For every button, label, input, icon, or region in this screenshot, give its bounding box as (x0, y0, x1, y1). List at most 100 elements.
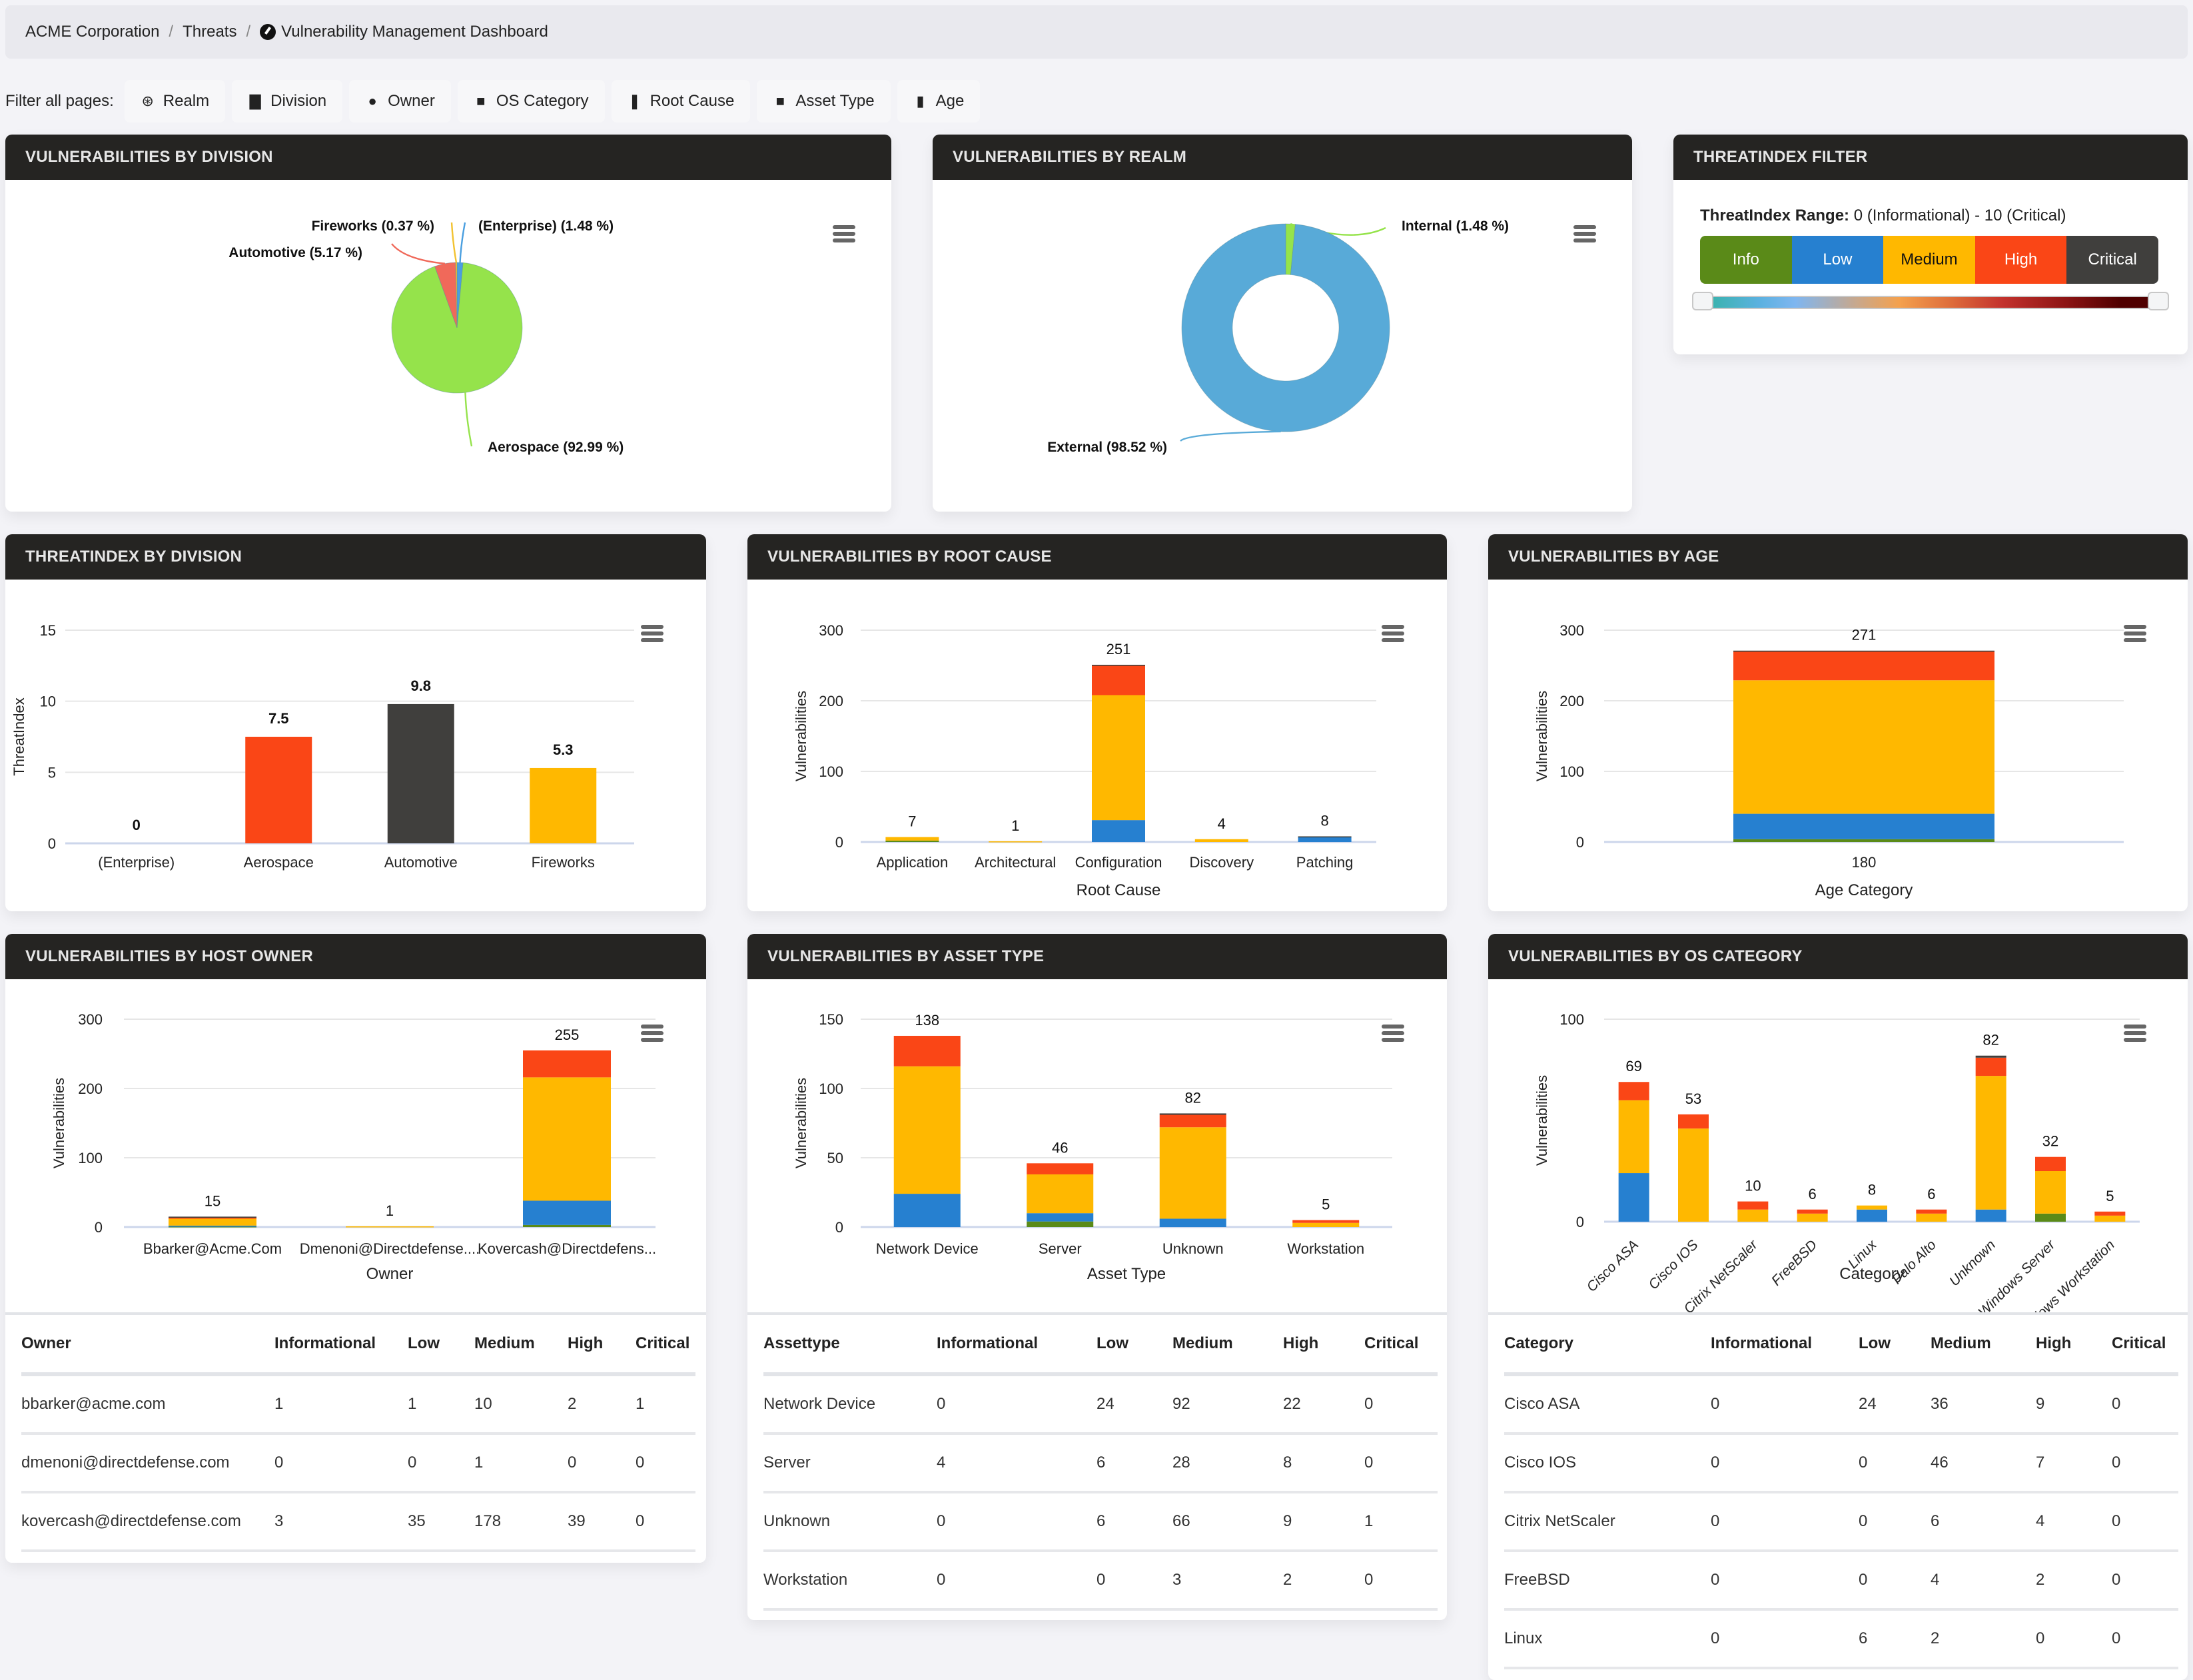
count-cell: 22 (1283, 1374, 1364, 1435)
slider-track[interactable] (1704, 296, 2157, 309)
slider-handle-max[interactable] (2148, 292, 2169, 310)
column-header[interactable]: Medium (474, 1315, 568, 1376)
x-tick-label: Dmenoni@Directdefense.... (300, 1240, 480, 1257)
slider-handle-min[interactable] (1692, 292, 1713, 310)
threatindex-range-slider[interactable] (1692, 292, 2169, 310)
card-realm-donut: VULNERABILITIES BY REALM Internal (1.48 … (933, 135, 1632, 512)
data-label: 251 (1106, 641, 1131, 657)
column-header[interactable]: Medium (1172, 1315, 1283, 1376)
column-header[interactable]: Low (408, 1315, 474, 1376)
table-header-row: Assettype Informational Low Medium High Criti… (763, 1315, 1438, 1376)
table-row[interactable]: Server 4 6 28 8 0 (763, 1434, 1438, 1493)
card-asset-type: VULNERABILITIES BY ASSET TYPE 0 50 100 150 V… (747, 934, 1447, 1620)
filter-chip-label: Owner (388, 92, 435, 110)
filter-division[interactable]: ▇ Division (232, 80, 343, 123)
severity-button-critical[interactable]: Critical (2066, 236, 2158, 284)
table-row[interactable]: Network Device 0 24 92 22 0 (763, 1374, 1438, 1435)
count-cell: 0 (1711, 1492, 1859, 1552)
data-label: 0 (133, 817, 141, 833)
column-header[interactable]: Critical (636, 1315, 695, 1376)
severity-button-medium[interactable]: Medium (1883, 236, 1975, 284)
pie-slice-external (1181, 223, 1390, 432)
bar-segment-low (1857, 1209, 1887, 1222)
count-cell: 0 (1711, 1609, 1859, 1669)
filter-owner[interactable]: ● Owner (349, 80, 451, 123)
y-tick-label: 0 (48, 835, 56, 852)
table-row[interactable]: bbarker@acme.com 1 1 10 2 1 (21, 1374, 695, 1435)
severity-button-low[interactable]: Low (1791, 236, 1884, 284)
filter-os-category[interactable]: ■ OS Category (457, 80, 605, 123)
x-tick-label: Kovercash@Directdefens... (478, 1240, 656, 1257)
bar-segment-low (1618, 1173, 1649, 1222)
x-tick-label: Unknown (1162, 1240, 1224, 1257)
filter-root-cause[interactable]: ❚ Root Cause (611, 80, 751, 123)
count-cell: 3 (274, 1492, 408, 1552)
breadcrumb-item-threats[interactable]: Threats (183, 23, 236, 41)
column-header[interactable]: High (2036, 1315, 2112, 1376)
row-label-cell: kovercash@directdefense.com (21, 1492, 274, 1552)
y-tick-label: 200 (1559, 693, 1584, 709)
table-row[interactable]: Cisco ASA 0 24 36 9 0 (1504, 1374, 2178, 1435)
row-label-cell: Server (763, 1434, 937, 1493)
bar-segment-low (1975, 1209, 2006, 1222)
count-cell: 24 (1096, 1374, 1172, 1435)
table-row[interactable]: Workstation 0 0 3 2 0 (763, 1551, 1438, 1611)
column-header[interactable]: Low (1096, 1315, 1172, 1376)
column-header[interactable]: Owner (21, 1315, 274, 1376)
table-row[interactable]: Unknown 0 6 66 9 1 (763, 1492, 1438, 1552)
row-label-cell: Linux (1504, 1609, 1711, 1669)
y-axis-title: Vulnerabilities (793, 691, 809, 781)
row-label-cell: FreeBSD (1504, 1551, 1711, 1611)
count-cell: 0 (1364, 1374, 1438, 1435)
bar-segment-high (523, 1050, 611, 1078)
table-row[interactable]: Linux 0 6 2 0 0 (1504, 1609, 2178, 1669)
row-label-cell: Cisco ASA (1504, 1374, 1711, 1435)
y-axis-title: ThreatIndex (11, 697, 27, 775)
card-title: THREATINDEX FILTER (1673, 135, 2188, 180)
column-header[interactable]: Critical (1364, 1315, 1438, 1376)
filter-asset-type[interactable]: ■ Asset Type (757, 80, 891, 123)
table-row[interactable]: Cisco IOS 0 0 46 7 0 (1504, 1434, 2178, 1493)
column-header[interactable]: Informational (274, 1315, 408, 1376)
column-header[interactable]: Critical (2112, 1315, 2178, 1376)
table-row[interactable]: dmenoni@directdefense.com 0 0 1 0 0 (21, 1434, 695, 1493)
bar-segment-critical (1733, 650, 1994, 652)
breadcrumb-item-acme[interactable]: ACME Corporation (25, 23, 159, 41)
column-header[interactable]: Medium (1931, 1315, 2036, 1376)
table-row[interactable]: Citrix NetScaler 0 0 6 4 0 (1504, 1492, 2178, 1552)
x-tick-label: Cisco IOS (1645, 1237, 1701, 1292)
bar-segment-low (1298, 837, 1352, 842)
bar-segment-informational (885, 840, 939, 842)
column-header[interactable]: Assettype (763, 1315, 937, 1376)
column-header[interactable]: High (568, 1315, 636, 1376)
x-tick-label: Aerospace (244, 854, 314, 871)
column-header[interactable]: Category (1504, 1315, 1711, 1376)
threatindex-range-value: 0 (Informational) - 10 (Critical) (1853, 207, 2066, 224)
filter-realm[interactable]: ⊛ Realm (124, 80, 226, 123)
y-tick-label: 0 (1576, 834, 1584, 851)
data-label: 6 (1927, 1186, 1935, 1202)
filter-age[interactable]: ▮ Age (897, 80, 981, 123)
x-tick-label: Fireworks (532, 854, 595, 871)
count-cell: 0 (1859, 1551, 1931, 1611)
column-header[interactable]: High (1283, 1315, 1364, 1376)
severity-button-info[interactable]: Info (1700, 236, 1792, 284)
table-row[interactable]: kovercash@directdefense.com 3 35 178 39 0 (21, 1492, 695, 1552)
x-tick-label: Unknown (1947, 1237, 1998, 1289)
count-cell: 9 (2036, 1374, 2112, 1435)
column-header[interactable]: Informational (1711, 1315, 1859, 1376)
count-cell: 28 (1172, 1434, 1283, 1493)
filter-chip-label: Division (270, 92, 327, 110)
y-tick-label: 100 (1559, 763, 1584, 780)
count-cell: 2 (2036, 1551, 2112, 1611)
count-cell: 0 (1364, 1551, 1438, 1611)
column-header[interactable]: Informational (937, 1315, 1096, 1376)
connector-line (450, 222, 458, 263)
severity-button-high[interactable]: High (1974, 236, 2067, 284)
table-row[interactable]: FreeBSD 0 0 4 2 0 (1504, 1551, 2178, 1611)
bar-segment-medium (885, 837, 939, 841)
x-axis-title: Asset Type (1087, 1265, 1166, 1283)
connector-line (391, 243, 446, 264)
column-header[interactable]: Low (1859, 1315, 1931, 1376)
count-cell: 0 (1711, 1434, 1859, 1493)
